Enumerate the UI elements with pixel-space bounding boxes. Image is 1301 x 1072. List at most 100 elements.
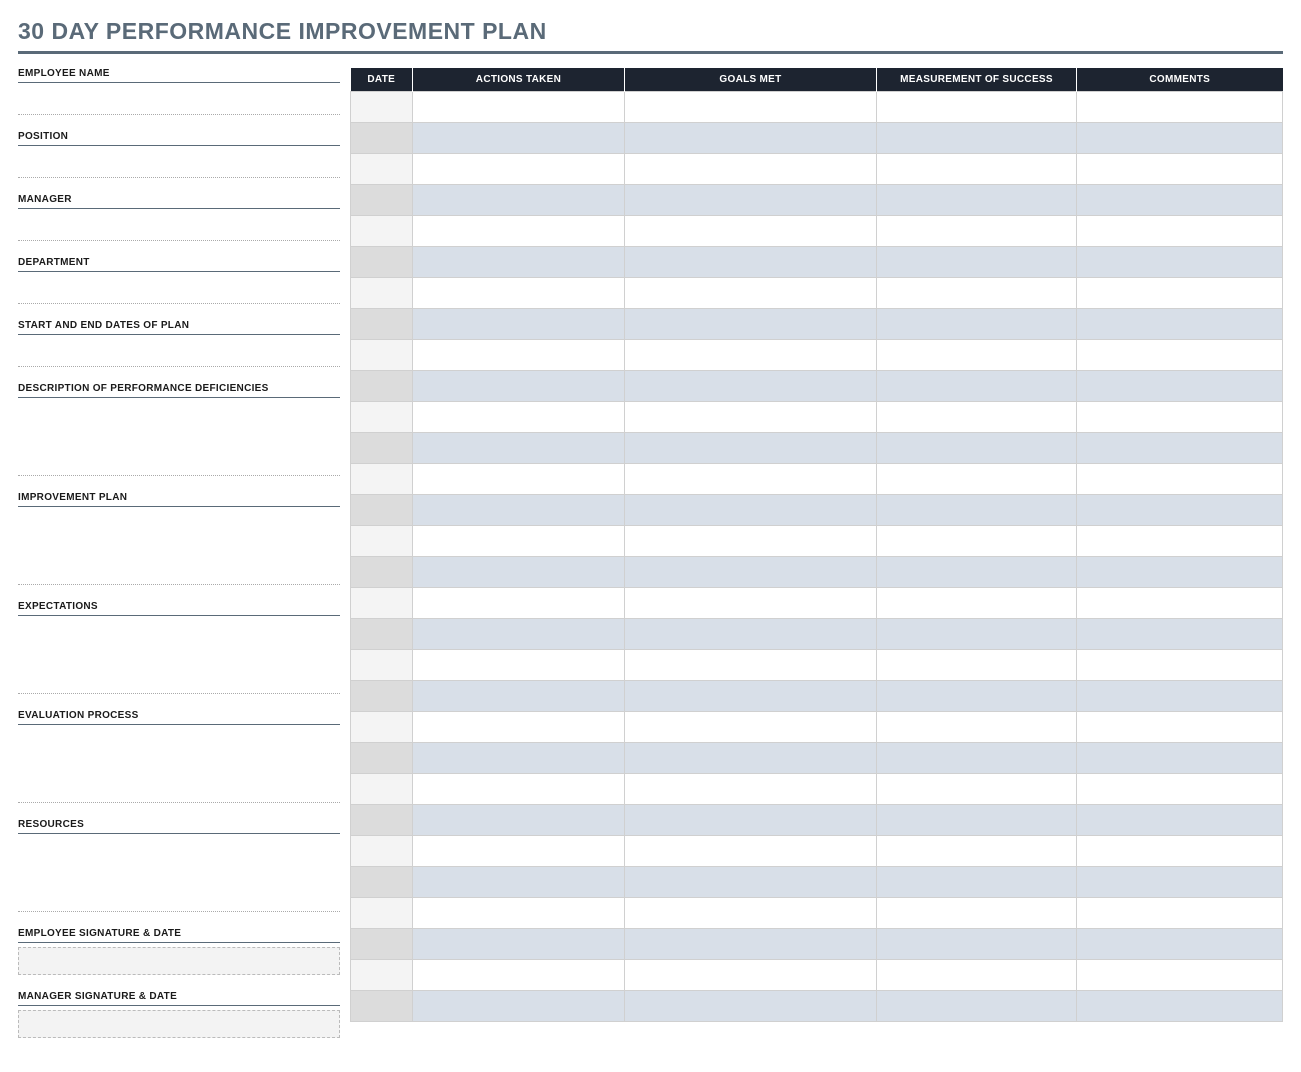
- table-cell[interactable]: [877, 681, 1077, 712]
- signature-box[interactable]: [18, 947, 340, 975]
- table-cell[interactable]: [877, 340, 1077, 371]
- table-cell[interactable]: [351, 216, 413, 247]
- table-cell[interactable]: [625, 619, 877, 650]
- table-cell[interactable]: [413, 774, 625, 805]
- table-cell[interactable]: [1077, 216, 1283, 247]
- table-cell[interactable]: [413, 619, 625, 650]
- table-cell[interactable]: [877, 650, 1077, 681]
- field-input[interactable]: [18, 729, 340, 803]
- table-cell[interactable]: [877, 991, 1077, 1022]
- table-cell[interactable]: [877, 92, 1077, 123]
- table-cell[interactable]: [351, 805, 413, 836]
- table-cell[interactable]: [625, 278, 877, 309]
- field-input[interactable]: [18, 150, 340, 178]
- table-cell[interactable]: [625, 836, 877, 867]
- table-cell[interactable]: [413, 588, 625, 619]
- table-cell[interactable]: [413, 898, 625, 929]
- table-cell[interactable]: [625, 247, 877, 278]
- table-cell[interactable]: [625, 774, 877, 805]
- table-cell[interactable]: [1077, 371, 1283, 402]
- table-cell[interactable]: [877, 588, 1077, 619]
- table-cell[interactable]: [351, 774, 413, 805]
- table-cell[interactable]: [877, 712, 1077, 743]
- table-cell[interactable]: [625, 92, 877, 123]
- field-input[interactable]: [18, 213, 340, 241]
- table-cell[interactable]: [877, 433, 1077, 464]
- table-cell[interactable]: [1077, 185, 1283, 216]
- table-cell[interactable]: [1077, 557, 1283, 588]
- table-cell[interactable]: [1077, 309, 1283, 340]
- table-cell[interactable]: [877, 247, 1077, 278]
- table-cell[interactable]: [351, 991, 413, 1022]
- field-input[interactable]: [18, 511, 340, 585]
- table-cell[interactable]: [877, 309, 1077, 340]
- table-cell[interactable]: [413, 681, 625, 712]
- table-cell[interactable]: [1077, 402, 1283, 433]
- table-cell[interactable]: [1077, 495, 1283, 526]
- table-cell[interactable]: [413, 526, 625, 557]
- table-cell[interactable]: [413, 867, 625, 898]
- table-cell[interactable]: [625, 402, 877, 433]
- table-cell[interactable]: [413, 991, 625, 1022]
- table-cell[interactable]: [413, 743, 625, 774]
- table-cell[interactable]: [413, 154, 625, 185]
- table-cell[interactable]: [877, 495, 1077, 526]
- field-input[interactable]: [18, 87, 340, 115]
- table-cell[interactable]: [351, 743, 413, 774]
- table-cell[interactable]: [413, 92, 625, 123]
- table-cell[interactable]: [1077, 898, 1283, 929]
- table-cell[interactable]: [351, 898, 413, 929]
- table-cell[interactable]: [413, 960, 625, 991]
- table-cell[interactable]: [351, 867, 413, 898]
- table-cell[interactable]: [625, 526, 877, 557]
- table-cell[interactable]: [877, 836, 1077, 867]
- table-cell[interactable]: [413, 185, 625, 216]
- table-cell[interactable]: [877, 774, 1077, 805]
- table-cell[interactable]: [625, 557, 877, 588]
- table-cell[interactable]: [351, 557, 413, 588]
- table-cell[interactable]: [625, 123, 877, 154]
- table-cell[interactable]: [413, 216, 625, 247]
- table-cell[interactable]: [351, 960, 413, 991]
- table-cell[interactable]: [1077, 92, 1283, 123]
- table-cell[interactable]: [1077, 247, 1283, 278]
- table-cell[interactable]: [1077, 154, 1283, 185]
- table-cell[interactable]: [351, 712, 413, 743]
- table-cell[interactable]: [1077, 123, 1283, 154]
- table-cell[interactable]: [1077, 836, 1283, 867]
- table-cell[interactable]: [1077, 526, 1283, 557]
- table-cell[interactable]: [351, 123, 413, 154]
- table-cell[interactable]: [625, 309, 877, 340]
- table-cell[interactable]: [1077, 588, 1283, 619]
- table-cell[interactable]: [351, 836, 413, 867]
- table-cell[interactable]: [351, 433, 413, 464]
- table-cell[interactable]: [413, 464, 625, 495]
- table-cell[interactable]: [877, 557, 1077, 588]
- table-cell[interactable]: [351, 402, 413, 433]
- table-cell[interactable]: [1077, 433, 1283, 464]
- table-cell[interactable]: [877, 371, 1077, 402]
- table-cell[interactable]: [625, 929, 877, 960]
- field-input[interactable]: [18, 276, 340, 304]
- table-cell[interactable]: [413, 309, 625, 340]
- table-cell[interactable]: [625, 588, 877, 619]
- table-cell[interactable]: [351, 929, 413, 960]
- table-cell[interactable]: [1077, 774, 1283, 805]
- table-cell[interactable]: [413, 836, 625, 867]
- table-cell[interactable]: [351, 340, 413, 371]
- table-cell[interactable]: [351, 247, 413, 278]
- table-cell[interactable]: [1077, 340, 1283, 371]
- table-cell[interactable]: [877, 526, 1077, 557]
- table-cell[interactable]: [1077, 712, 1283, 743]
- table-cell[interactable]: [351, 154, 413, 185]
- table-cell[interactable]: [1077, 278, 1283, 309]
- table-cell[interactable]: [877, 464, 1077, 495]
- table-cell[interactable]: [351, 92, 413, 123]
- table-cell[interactable]: [413, 433, 625, 464]
- table-cell[interactable]: [351, 495, 413, 526]
- table-cell[interactable]: [877, 867, 1077, 898]
- table-cell[interactable]: [1077, 619, 1283, 650]
- field-input[interactable]: [18, 402, 340, 476]
- table-cell[interactable]: [351, 619, 413, 650]
- table-cell[interactable]: [877, 929, 1077, 960]
